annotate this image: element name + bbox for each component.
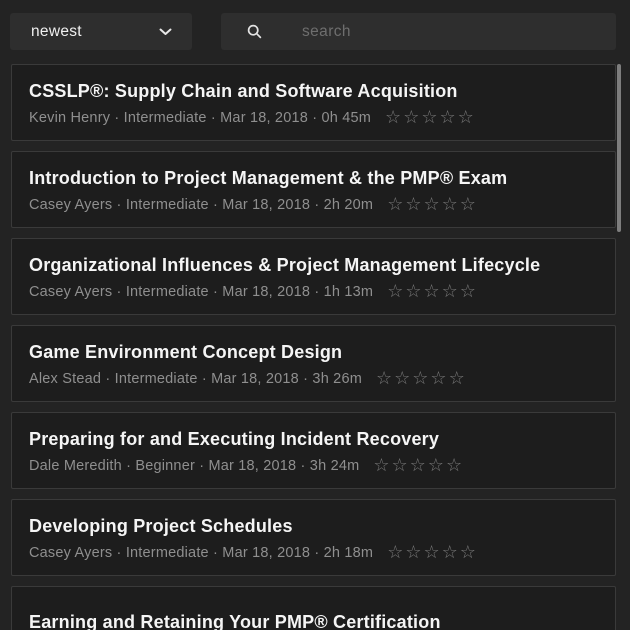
course-meta-row: Kevin Henry · Intermediate · Mar 18, 201… bbox=[29, 109, 599, 127]
course-card[interactable]: Earning and Retaining Your PMP® Certific… bbox=[11, 586, 616, 630]
star-outline-icon: ☆ bbox=[460, 281, 478, 302]
course-meta: Casey Ayers · Intermediate · Mar 18, 201… bbox=[29, 196, 373, 214]
course-card[interactable]: CSSLP®: Supply Chain and Software Acquis… bbox=[11, 64, 616, 141]
star-outline-icon: ☆ bbox=[430, 368, 448, 389]
star-outline-icon: ☆ bbox=[460, 542, 478, 563]
course-title: Game Environment Concept Design bbox=[29, 341, 599, 363]
scrollbar-thumb[interactable] bbox=[617, 64, 621, 232]
course-meta-row: Casey Ayers · Intermediate · Mar 18, 201… bbox=[29, 283, 599, 301]
course-meta-row: Alex Stead · Intermediate · Mar 18, 2018… bbox=[29, 370, 599, 388]
rating-stars: ☆☆☆☆☆ bbox=[376, 370, 467, 388]
course-meta: Casey Ayers · Intermediate · Mar 18, 201… bbox=[29, 544, 373, 562]
course-title: Preparing for and Executing Incident Rec… bbox=[29, 428, 599, 450]
star-outline-icon: ☆ bbox=[387, 194, 405, 215]
star-outline-icon: ☆ bbox=[394, 368, 412, 389]
star-outline-icon: ☆ bbox=[442, 542, 460, 563]
course-card[interactable]: Organizational Influences & Project Mana… bbox=[11, 238, 616, 315]
sort-dropdown[interactable]: newest bbox=[10, 13, 192, 50]
star-outline-icon: ☆ bbox=[405, 542, 423, 563]
star-outline-icon: ☆ bbox=[442, 281, 460, 302]
star-outline-icon: ☆ bbox=[392, 455, 410, 476]
course-title: Developing Project Schedules bbox=[29, 515, 599, 537]
course-card[interactable]: Game Environment Concept Design Alex Ste… bbox=[11, 325, 616, 402]
star-outline-icon: ☆ bbox=[442, 194, 460, 215]
star-outline-icon: ☆ bbox=[449, 368, 467, 389]
star-outline-icon: ☆ bbox=[403, 107, 421, 128]
course-title: Organizational Influences & Project Mana… bbox=[29, 254, 599, 276]
star-outline-icon: ☆ bbox=[385, 107, 403, 128]
course-title: Earning and Retaining Your PMP® Certific… bbox=[29, 611, 599, 630]
star-outline-icon: ☆ bbox=[439, 107, 457, 128]
search-box bbox=[221, 13, 616, 50]
search-icon bbox=[247, 24, 262, 39]
star-outline-icon: ☆ bbox=[387, 542, 405, 563]
course-list: CSSLP®: Supply Chain and Software Acquis… bbox=[11, 64, 616, 630]
rating-stars: ☆☆☆☆☆ bbox=[387, 283, 478, 301]
star-outline-icon: ☆ bbox=[428, 455, 446, 476]
star-outline-icon: ☆ bbox=[423, 281, 441, 302]
star-outline-icon: ☆ bbox=[423, 194, 441, 215]
star-outline-icon: ☆ bbox=[373, 455, 391, 476]
star-outline-icon: ☆ bbox=[458, 107, 476, 128]
star-outline-icon: ☆ bbox=[421, 107, 439, 128]
course-card[interactable]: Preparing for and Executing Incident Rec… bbox=[11, 412, 616, 489]
rating-stars: ☆☆☆☆☆ bbox=[373, 457, 464, 475]
star-outline-icon: ☆ bbox=[405, 194, 423, 215]
course-meta: Alex Stead · Intermediate · Mar 18, 2018… bbox=[29, 370, 362, 388]
star-outline-icon: ☆ bbox=[412, 368, 430, 389]
course-title: Introduction to Project Management & the… bbox=[29, 167, 599, 189]
star-outline-icon: ☆ bbox=[376, 368, 394, 389]
search-input[interactable] bbox=[302, 23, 602, 41]
course-title: CSSLP®: Supply Chain and Software Acquis… bbox=[29, 80, 599, 102]
star-outline-icon: ☆ bbox=[460, 194, 478, 215]
chevron-down-icon bbox=[159, 28, 172, 36]
course-card[interactable]: Introduction to Project Management & the… bbox=[11, 151, 616, 228]
star-outline-icon: ☆ bbox=[410, 455, 428, 476]
star-outline-icon: ☆ bbox=[405, 281, 423, 302]
rating-stars: ☆☆☆☆☆ bbox=[387, 544, 478, 562]
star-outline-icon: ☆ bbox=[423, 542, 441, 563]
star-outline-icon: ☆ bbox=[387, 281, 405, 302]
rating-stars: ☆☆☆☆☆ bbox=[387, 196, 478, 214]
course-meta-row: Casey Ayers · Intermediate · Mar 18, 201… bbox=[29, 196, 599, 214]
course-meta: Kevin Henry · Intermediate · Mar 18, 201… bbox=[29, 109, 371, 127]
star-outline-icon: ☆ bbox=[446, 455, 464, 476]
rating-stars: ☆☆☆☆☆ bbox=[385, 109, 476, 127]
course-card[interactable]: Developing Project Schedules Casey Ayers… bbox=[11, 499, 616, 576]
course-meta-row: Dale Meredith · Beginner · Mar 18, 2018 … bbox=[29, 457, 599, 475]
course-meta: Dale Meredith · Beginner · Mar 18, 2018 … bbox=[29, 457, 359, 475]
course-meta-row: Casey Ayers · Intermediate · Mar 18, 201… bbox=[29, 544, 599, 562]
course-meta: Casey Ayers · Intermediate · Mar 18, 201… bbox=[29, 283, 373, 301]
sort-dropdown-value: newest bbox=[31, 23, 82, 41]
